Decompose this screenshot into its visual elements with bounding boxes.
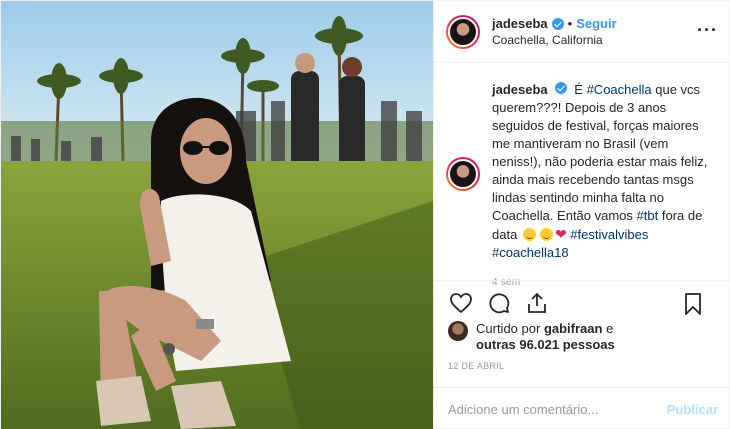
post-photo[interactable] — [1, 1, 433, 429]
hashtag-link[interactable]: #Coachella — [587, 82, 652, 97]
likes-count-link[interactable]: outras 96.021 pessoas — [476, 337, 615, 352]
smile-emoji-icon — [522, 228, 536, 241]
follow-button[interactable]: Seguir — [576, 16, 616, 32]
comment-input[interactable] — [448, 401, 667, 417]
comment-icon[interactable] — [486, 290, 512, 316]
share-icon[interactable] — [524, 290, 550, 316]
smile-emoji-icon — [539, 228, 553, 241]
likes-conj: e — [606, 321, 614, 336]
caption-avatar[interactable] — [446, 157, 480, 191]
verified-badge-icon — [551, 17, 564, 30]
liker-avatar[interactable] — [448, 321, 468, 341]
bookmark-icon[interactable] — [680, 291, 706, 317]
caption-body: jadeseba É #Coachella que vcs querem???!… — [492, 81, 718, 292]
heart-icon[interactable] — [448, 290, 474, 316]
separator-dot: • — [567, 15, 573, 31]
post-side-panel: jadeseba • Seguir Coachella, California … — [433, 1, 730, 429]
liker-username[interactable]: gabifraan — [544, 321, 603, 336]
action-bar — [434, 280, 730, 325]
header-username[interactable]: jadeseba — [492, 16, 548, 32]
caption-text-1: É — [574, 82, 583, 97]
publish-button[interactable]: Publicar — [667, 402, 718, 417]
caption: jadeseba É #Coachella que vcs querem???!… — [446, 81, 726, 292]
comment-box: Publicar — [434, 387, 730, 429]
post-header: jadeseba • Seguir Coachella, California … — [434, 1, 730, 63]
post-date[interactable]: 12 DE ABRIL — [448, 361, 504, 371]
avatar[interactable] — [446, 14, 480, 49]
likes-prefix: Curtido por — [476, 321, 541, 336]
hashtag-link[interactable]: #coachella18 — [492, 245, 569, 260]
hashtag-link[interactable]: #festivalvibes — [570, 227, 648, 242]
instagram-post: jadeseba • Seguir Coachella, California … — [0, 0, 730, 429]
caption-text-2: que vcs querem???! Depois de 3 anos segu… — [492, 82, 708, 223]
caption-username[interactable]: jadeseba — [492, 82, 548, 97]
festival-photo-illustration — [1, 1, 433, 429]
likes-summary: Curtido por gabifraan e outras 96.021 pe… — [448, 321, 656, 353]
more-options-icon[interactable]: ··· — [697, 21, 718, 39]
verified-badge-icon — [554, 82, 567, 94]
location-link[interactable]: Coachella, California — [492, 32, 617, 48]
heart-emoji-icon: ❤ — [554, 226, 567, 242]
hashtag-link[interactable]: #tbt — [637, 208, 659, 223]
